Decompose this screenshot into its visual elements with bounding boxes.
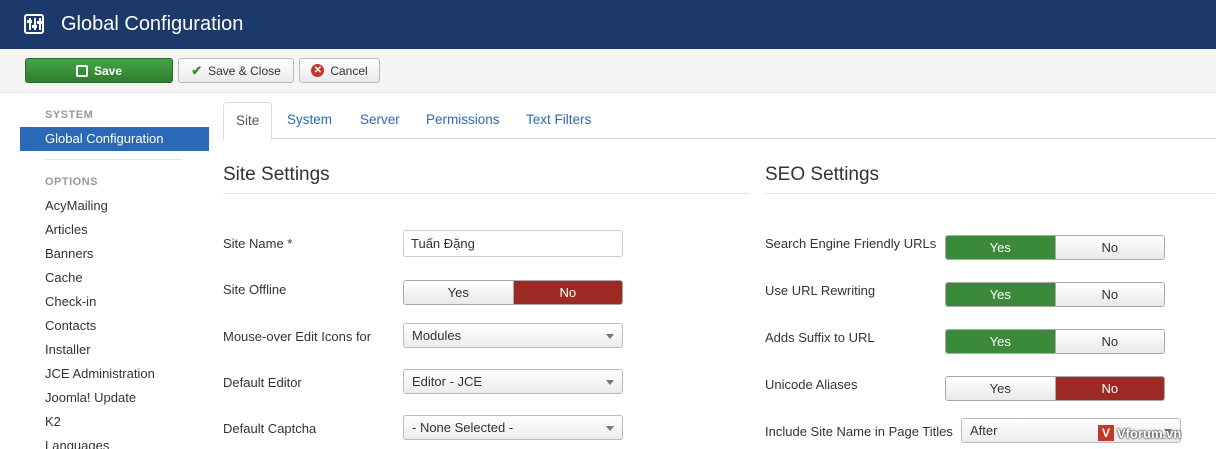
sef-urls-no[interactable]: No	[1054, 236, 1164, 259]
sidebar-item[interactable]: Joomla! Update	[45, 390, 136, 405]
sidebar-item-global-configuration[interactable]: Global Configuration	[20, 127, 209, 151]
url-suffix-label: Adds Suffix to URL	[765, 330, 875, 345]
check-icon: ✔	[191, 62, 203, 78]
site-offline-yes[interactable]: Yes	[404, 281, 513, 304]
mouseover-label: Mouse-over Edit Icons for	[223, 329, 372, 344]
default-captcha-label: Default Captcha	[223, 421, 317, 436]
tab-system[interactable]: System	[275, 102, 344, 139]
url-suffix-yes[interactable]: Yes	[946, 330, 1055, 353]
app-header: Global Configuration	[0, 0, 1216, 49]
default-editor-select[interactable]: Editor - JCE	[403, 369, 623, 394]
caret-down-icon	[606, 380, 614, 385]
edit-icon	[75, 64, 88, 77]
site-name-label: Site Name *	[223, 236, 293, 251]
tab-server[interactable]: Server	[348, 102, 412, 139]
tab-permissions[interactable]: Permissions	[414, 102, 512, 139]
url-rewriting-yes[interactable]: Yes	[946, 283, 1055, 306]
sidebar-heading-options: OPTIONS	[45, 176, 99, 188]
tab-site[interactable]: Site	[223, 102, 273, 140]
toolbar: Save ✔ Save & Close ✕ Cancel	[0, 49, 1216, 93]
sidebar-item[interactable]: Languages	[45, 438, 109, 449]
default-editor-label: Default Editor	[223, 375, 302, 390]
site-name-titles-value: After	[970, 423, 998, 438]
sef-urls-toggle[interactable]: Yes No	[945, 235, 1165, 260]
sef-urls-label: Search Engine Friendly URLs	[765, 236, 937, 251]
sidebar-item[interactable]: Installer	[45, 342, 91, 357]
sidebar-item[interactable]: Check-in	[45, 294, 96, 309]
default-editor-value: Editor - JCE	[412, 374, 483, 389]
site-offline-toggle[interactable]: Yes No	[403, 280, 623, 305]
sidebar-item[interactable]: Articles	[45, 222, 88, 237]
sidebar-item[interactable]: K2	[45, 414, 61, 429]
watermark-logo-icon: V	[1098, 425, 1114, 441]
site-name-titles-label: Include Site Name in Page Titles	[765, 424, 953, 439]
unicode-aliases-no[interactable]: No	[1054, 377, 1164, 400]
site-settings-title: Site Settings	[223, 164, 330, 185]
section-divider	[223, 193, 750, 194]
unicode-aliases-toggle[interactable]: Yes No	[945, 376, 1165, 401]
section-divider	[765, 193, 1216, 194]
sidebar-item[interactable]: Cache	[45, 270, 83, 285]
watermark-text: Vforum.vn	[1117, 425, 1182, 441]
url-rewriting-no[interactable]: No	[1054, 283, 1164, 306]
caret-down-icon	[606, 334, 614, 339]
site-offline-label: Site Offline	[223, 282, 287, 297]
save-close-button[interactable]: ✔ Save & Close	[178, 58, 294, 83]
site-name-input[interactable]: Tuấn Đặng	[403, 230, 623, 257]
site-offline-no[interactable]: No	[512, 281, 622, 304]
unicode-aliases-yes[interactable]: Yes	[946, 377, 1055, 400]
sidebar-item[interactable]: AcyMailing	[45, 198, 108, 213]
caret-down-icon	[606, 426, 614, 431]
sidebar-item[interactable]: Contacts	[45, 318, 96, 333]
default-captcha-select[interactable]: - None Selected -	[403, 415, 623, 440]
mouseover-value: Modules	[412, 328, 462, 343]
page-title: Global Configuration	[61, 13, 244, 35]
url-suffix-toggle[interactable]: Yes No	[945, 329, 1165, 354]
default-captcha-value: - None Selected -	[412, 420, 514, 435]
cancel-button[interactable]: ✕ Cancel	[299, 58, 380, 83]
tab-bar: Site System Server Permissions Text Filt…	[223, 102, 1216, 140]
mouseover-select[interactable]: Modules	[403, 323, 623, 348]
cancel-icon: ✕	[311, 64, 325, 77]
url-suffix-no[interactable]: No	[1054, 330, 1164, 353]
tab-text-filters[interactable]: Text Filters	[514, 102, 603, 139]
sidebar-item[interactable]: JCE Administration	[45, 366, 155, 381]
sef-urls-yes[interactable]: Yes	[946, 236, 1055, 259]
watermark: V Vforum.vn	[1098, 422, 1210, 444]
seo-settings-title: SEO Settings	[765, 164, 880, 185]
sidebar-item[interactable]: Banners	[45, 246, 93, 261]
sidebar-heading-system: SYSTEM	[45, 109, 94, 121]
sidebar: SYSTEM Global Configuration OPTIONS AcyM…	[20, 93, 209, 449]
url-rewriting-toggle[interactable]: Yes No	[945, 282, 1165, 307]
sliders-icon	[24, 14, 44, 34]
url-rewriting-label: Use URL Rewriting	[765, 283, 876, 298]
sidebar-divider	[45, 159, 182, 160]
unicode-aliases-label: Unicode Aliases	[765, 377, 858, 392]
save-button[interactable]: Save	[25, 58, 173, 83]
